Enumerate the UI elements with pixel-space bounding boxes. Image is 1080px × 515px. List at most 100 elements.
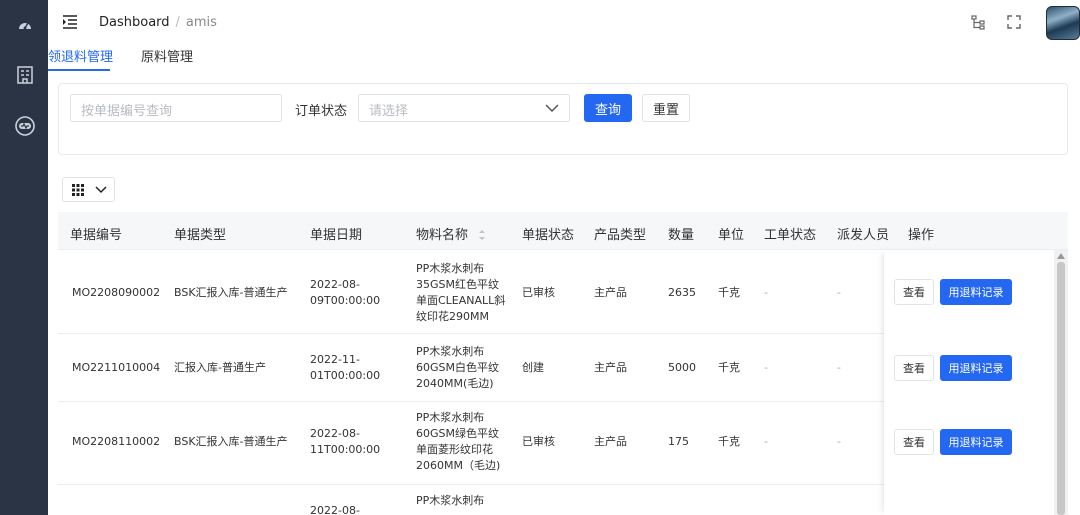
cell-qty: 5000 (668, 361, 696, 374)
cell-unit: 千克 (718, 435, 740, 448)
cell-product: 主产品 (594, 361, 627, 374)
cell-material-line: 2060MM（毛边) (416, 459, 501, 472)
col-actions: 操作 (908, 228, 935, 243)
col-work-status: 工单状态 (764, 228, 817, 243)
cell-code: MO2211010004 (72, 361, 161, 374)
view-button[interactable]: 查看 (894, 355, 934, 381)
breadcrumb-current: amis (185, 15, 217, 30)
breadcrumb: Dashboard / amis (99, 15, 217, 30)
col-date: 单据日期 (310, 228, 363, 243)
cell-unit: 千克 (718, 286, 740, 299)
col-type: 单据类型 (174, 228, 227, 243)
active-tab-indicator (48, 69, 110, 71)
table-header: 单据编号 单据类型 单据日期 物料名称 单据状态 产品类型 数量 单位 工单状态… (58, 212, 1068, 250)
cell-status: 创建 (522, 361, 544, 374)
cell-material: PP木浆水刺布 60GSM白色平纹 2040MM(毛边) (416, 344, 499, 392)
col-product: 产品类型 (594, 228, 647, 243)
cell-date-line1: 2022-11- (310, 353, 360, 366)
cell-material-line: 单面CLEANALL斜 (416, 294, 506, 307)
cell-unit: 千克 (718, 361, 740, 374)
column-toggle-button[interactable] (62, 177, 115, 202)
cell-material-line: PP木浆水刺布 (416, 345, 485, 358)
cell-material: PP木浆水刺布 35GSM红色平纹 单面CLEANALL斜 纹印花290MM (416, 261, 505, 325)
action-column: 查看 用退料记录 查看 用退料记录 查看 用退料记录 (884, 250, 1054, 515)
cell-product: 主产品 (594, 286, 627, 299)
order-status-placeholder: 请选择 (369, 104, 409, 119)
sort-icon[interactable] (478, 229, 486, 241)
tab-material-return[interactable]: 领退料管理 (48, 46, 113, 65)
robot-monitor-icon[interactable] (14, 115, 36, 137)
top-header: Dashboard / amis (48, 0, 1080, 44)
cell-type: BSK汇报入库-普通生产 (174, 286, 288, 299)
cell-dispatcher: - (837, 435, 841, 448)
chevron-down-icon (545, 104, 559, 113)
menu-collapse-icon[interactable] (62, 14, 78, 29)
col-material[interactable]: 物料名称 (416, 224, 486, 243)
view-button[interactable]: 查看 (894, 279, 934, 305)
cell-material-line: 60GSM白色平纹 (416, 361, 499, 374)
cell-date-line1: 2022-08- (310, 427, 360, 440)
usage-record-button[interactable]: 用退料记录 (940, 355, 1012, 381)
cell-product: 主产品 (594, 435, 627, 448)
cell-date-line1: 2022-08- (310, 278, 360, 291)
scroll-up-arrow-icon[interactable] (1057, 253, 1065, 259)
cell-dispatcher: - (837, 286, 841, 299)
fullscreen-icon[interactable] (1006, 14, 1022, 30)
cell-date: 2022-08- (310, 504, 360, 515)
col-dispatcher: 派发人员 (837, 228, 890, 243)
cell-work-status: - (764, 286, 768, 299)
cell-date-line2: 01T00:00:00 (310, 369, 381, 382)
col-code: 单据编号 (70, 228, 123, 243)
cell-work-status: - (764, 435, 768, 448)
cell-type: 汇报入库-普通生产 (174, 361, 266, 374)
cell-material-line: 35GSM红色平纹 (416, 278, 499, 291)
grid-icon (72, 184, 84, 196)
cell-type: BSK汇报入库-普通生产 (174, 435, 288, 448)
cell-material-line: 2040MM(毛边) (416, 377, 494, 390)
cell-code: MO2208090002 (72, 286, 161, 299)
usage-record-button[interactable]: 用退料记录 (940, 429, 1012, 455)
chevron-down-icon (95, 186, 107, 194)
app-root: Dashboard / amis 领退料管理 原料管理 按单据编号查询 订单状态 请… (0, 0, 1080, 515)
filter-panel: 按单据编号查询 订单状态 请选择 查询 重置 (58, 83, 1068, 155)
cell-code: MO2208110002 (72, 435, 161, 448)
usage-record-button[interactable]: 用退料记录 (940, 279, 1012, 305)
cell-material-line: PP木浆水刺布 (416, 262, 485, 275)
cell-date: 2022-11- 01T00:00:00 (310, 352, 380, 384)
cell-status: 已审核 (522, 286, 555, 299)
cell-date: 2022-08- 11T00:00:00 (310, 426, 380, 458)
cell-material-line: PP木浆水刺布 (416, 411, 485, 424)
order-status-select[interactable]: 请选择 (358, 94, 570, 122)
table-scrollbar[interactable] (1054, 250, 1068, 515)
col-status: 单据状态 (522, 228, 575, 243)
col-material-label: 物料名称 (416, 228, 469, 243)
search-input[interactable]: 按单据编号查询 (70, 94, 282, 122)
col-unit: 单位 (718, 228, 745, 243)
sidebar (0, 0, 48, 515)
cell-qty: 2635 (668, 286, 696, 299)
view-button[interactable]: 查看 (894, 429, 934, 455)
cell-work-status: - (764, 361, 768, 374)
query-button[interactable]: 查询 (584, 94, 632, 122)
breadcrumb-separator: / (175, 15, 180, 30)
cell-material-line: 60GSM绿色平纹 (416, 427, 499, 440)
dashboard-gauge-icon[interactable] (14, 14, 36, 36)
site-map-icon[interactable] (970, 14, 986, 30)
cell-date-line2: 11T00:00:00 (310, 443, 381, 456)
cell-qty: 175 (668, 435, 689, 448)
cell-dispatcher: - (837, 361, 841, 374)
order-status-label: 订单状态 (295, 104, 348, 119)
scrollbar-thumb[interactable] (1057, 262, 1065, 515)
avatar[interactable] (1046, 6, 1080, 40)
building-icon[interactable] (14, 64, 36, 86)
tab-raw-material[interactable]: 原料管理 (141, 46, 193, 65)
breadcrumb-root[interactable]: Dashboard (99, 15, 170, 30)
cell-material-line: PP木浆水刺布 (416, 494, 485, 507)
cell-date: 2022-08- 09T00:00:00 (310, 277, 380, 309)
cell-material: PP木浆水刺布 60GSM绿色平纹 单面菱形纹印花 2060MM（毛边) (416, 410, 500, 474)
cell-status: 已审核 (522, 435, 555, 448)
cell-material-line: 单面菱形纹印花 (416, 443, 493, 456)
col-qty: 数量 (668, 228, 695, 243)
cell-date-line2: 09T00:00:00 (310, 294, 381, 307)
reset-button[interactable]: 重置 (642, 94, 690, 122)
